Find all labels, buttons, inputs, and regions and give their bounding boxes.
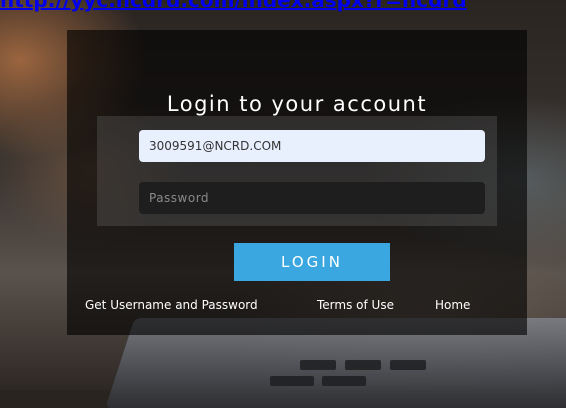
terms-of-use-link[interactable]: Terms of Use xyxy=(317,298,394,312)
keyboard-key xyxy=(345,360,381,370)
login-form xyxy=(97,116,497,226)
keyboard-key xyxy=(300,360,336,370)
login-panel: Login to your account LOGIN Get Username… xyxy=(67,30,527,335)
keyboard-key xyxy=(270,376,314,386)
keyboard-key xyxy=(322,376,366,386)
get-credentials-link[interactable]: Get Username and Password xyxy=(85,298,258,312)
username-input[interactable] xyxy=(139,130,485,162)
login-title: Login to your account xyxy=(166,92,428,116)
home-link[interactable]: Home xyxy=(435,298,470,312)
login-button[interactable]: LOGIN xyxy=(234,243,390,281)
page-url-link[interactable]: http://yyc.ncdrd.com/index.aspx?r=ncdrd xyxy=(0,0,566,12)
footer-links: Get Username and Password Terms of Use H… xyxy=(67,298,527,316)
keyboard-key xyxy=(390,360,426,370)
password-input[interactable] xyxy=(139,182,485,214)
